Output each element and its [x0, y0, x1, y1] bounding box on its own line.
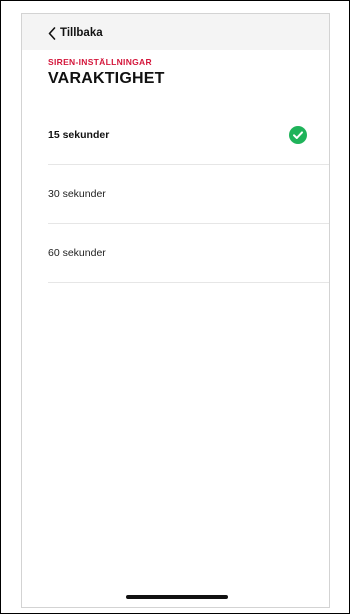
duration-options-list: 15 sekunder 30 sekunder 60 sekunder	[22, 106, 329, 283]
option-label: 60 sekunder	[48, 247, 106, 259]
navigation-bar: Tillbaka	[22, 14, 329, 50]
option-60-seconds[interactable]: 60 sekunder	[48, 224, 329, 283]
chevron-left-icon	[48, 26, 56, 40]
check-circle-icon	[289, 126, 307, 144]
home-indicator[interactable]	[126, 595, 228, 599]
option-label: 30 sekunder	[48, 188, 106, 200]
back-button[interactable]: Tillbaka	[48, 24, 103, 42]
option-label: 15 sekunder	[48, 129, 110, 141]
page-title: VARAKTIGHET	[48, 70, 165, 87]
option-15-seconds[interactable]: 15 sekunder	[48, 106, 329, 165]
section-eyebrow: SIREN-INSTÄLLNINGAR	[48, 57, 152, 67]
page-header: SIREN-INSTÄLLNINGAR VARAKTIGHET	[48, 57, 165, 88]
app-screen: Tillbaka SIREN-INSTÄLLNINGAR VARAKTIGHET…	[21, 13, 330, 608]
device-frame: Tillbaka SIREN-INSTÄLLNINGAR VARAKTIGHET…	[0, 0, 350, 614]
back-button-label: Tillbaka	[60, 27, 103, 39]
option-30-seconds[interactable]: 30 sekunder	[48, 165, 329, 224]
